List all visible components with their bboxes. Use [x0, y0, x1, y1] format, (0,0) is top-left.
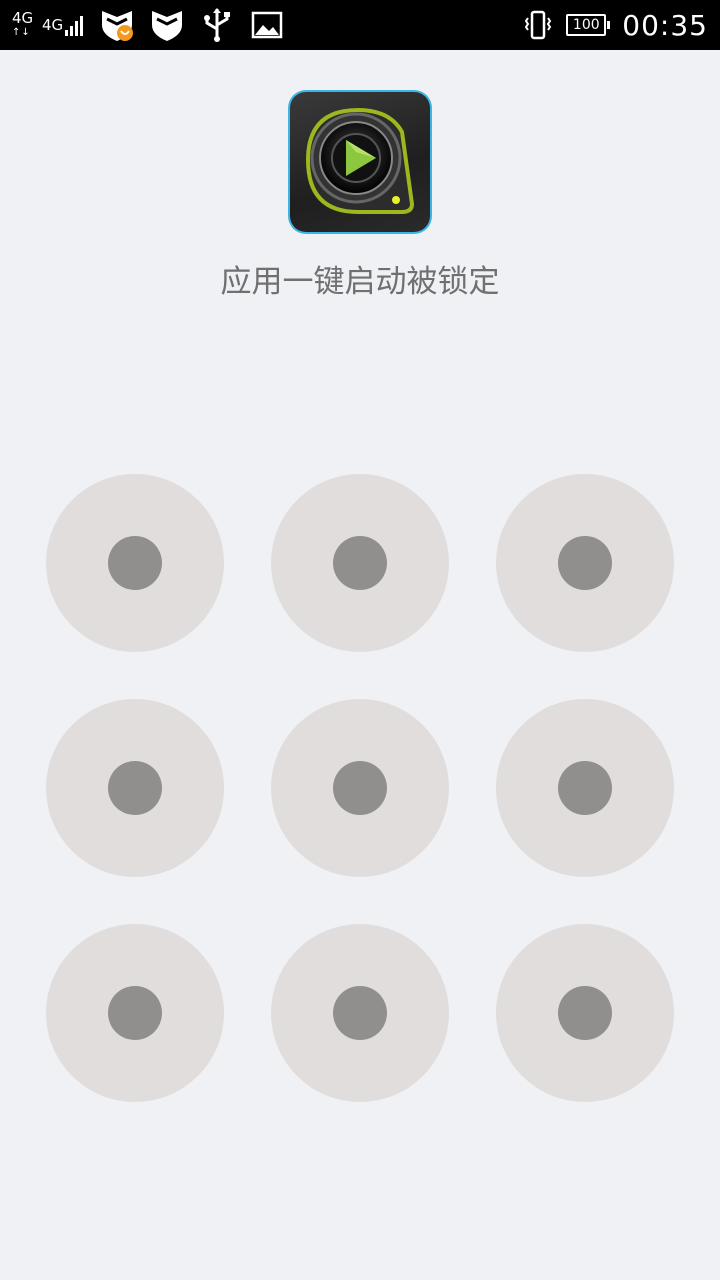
pattern-node-1[interactable]	[46, 474, 224, 652]
shield-call-icon	[102, 11, 134, 41]
app-icon	[288, 90, 432, 234]
usb-icon	[204, 8, 231, 42]
status-bar: 4G ↑↓ 4G 100 00:35	[0, 0, 720, 50]
pattern-dot	[108, 536, 162, 590]
pattern-node-5[interactable]	[271, 699, 449, 877]
pattern-node-7[interactable]	[46, 924, 224, 1102]
pattern-node-8[interactable]	[271, 924, 449, 1102]
status-left: 4G ↑↓ 4G	[10, 0, 299, 50]
image-icon	[251, 11, 283, 39]
battery-percent: 100	[572, 17, 600, 33]
pattern-lock-grid[interactable]	[46, 474, 674, 1102]
shield-icon	[152, 11, 183, 41]
pattern-node-9[interactable]	[496, 924, 674, 1102]
pattern-dot	[333, 536, 387, 590]
clock: 00:35	[622, 8, 708, 42]
battery-icon: 100	[566, 14, 611, 36]
pattern-node-2[interactable]	[271, 474, 449, 652]
network-type-indicator: 4G ↑↓	[10, 7, 38, 43]
network-type-label-2: 4G	[42, 16, 64, 34]
pattern-node-4[interactable]	[46, 699, 224, 877]
pattern-dot	[558, 986, 612, 1040]
pattern-dot	[108, 986, 162, 1040]
signal-icon	[65, 14, 85, 36]
status-right: 100 00:35	[524, 0, 708, 50]
pattern-dot	[108, 761, 162, 815]
pattern-dot	[333, 986, 387, 1040]
video-player-icon	[305, 107, 415, 214]
pattern-node-6[interactable]	[496, 699, 674, 877]
pattern-node-3[interactable]	[496, 474, 674, 652]
app-icon-background	[290, 92, 430, 232]
pattern-dot	[558, 536, 612, 590]
lock-title: 应用一键启动被锁定	[220, 264, 500, 300]
pattern-dot	[333, 761, 387, 815]
data-arrows-icon: ↑↓	[12, 27, 31, 38]
pattern-dot	[558, 761, 612, 815]
network-type-label: 4G	[12, 9, 34, 27]
vibrate-icon	[525, 10, 552, 40]
